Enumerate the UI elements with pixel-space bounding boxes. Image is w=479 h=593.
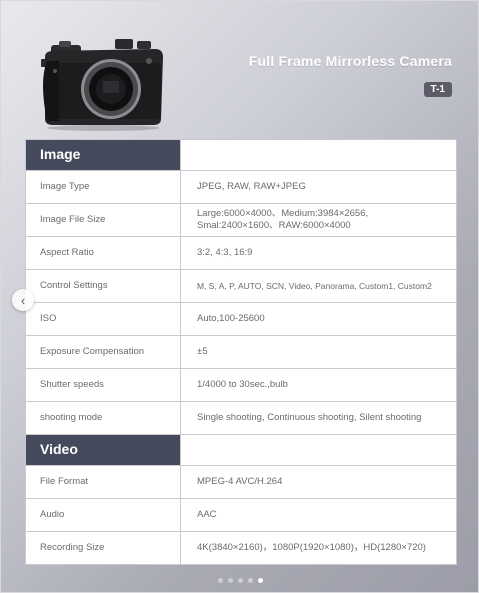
carousel-dot[interactable] xyxy=(228,578,233,583)
spec-label: Aspect Ratio xyxy=(25,236,181,270)
table-row: shooting mode Single shooting, Continuou… xyxy=(25,401,457,435)
table-row: Image File Size Large:6000×4000、Medium:3… xyxy=(25,203,457,237)
spec-table: Image Image Type JPEG, RAW, RAW+JPEG Ima… xyxy=(25,139,457,565)
section-header-spacer xyxy=(180,139,457,171)
spec-value: Auto,100-25600 xyxy=(180,302,457,336)
spec-label: ISO xyxy=(25,302,181,336)
spec-value: Single shooting, Continuous shooting, Si… xyxy=(180,401,457,435)
section-title: Video xyxy=(25,434,181,466)
section-header-image: Image xyxy=(25,139,457,171)
spec-label: Image Type xyxy=(25,170,181,204)
table-row: Aspect Ratio 3:2, 4:3, 16:9 xyxy=(25,236,457,270)
model-badge: T-1 xyxy=(423,82,452,97)
spec-label: Shutter speeds xyxy=(25,368,181,402)
table-row: Recording Size 4K(3840×2160)，1080P(1920×… xyxy=(25,531,457,565)
spec-value-line: Smal:2400×1600、RAW:6000×4000 xyxy=(197,220,351,231)
spec-value: M, S, A, P, AUTO, SCN, Video, Panorama, … xyxy=(180,269,457,303)
product-slide: Full Frame Mirrorless Camera T-1 Image I… xyxy=(0,0,479,593)
table-row: File Format MPEG-4 AVC/H.264 xyxy=(25,465,457,499)
table-row: Shutter speeds 1/4000 to 30sec.,bulb xyxy=(25,368,457,402)
chevron-left-icon: ‹ xyxy=(20,292,26,308)
spec-label: shooting mode xyxy=(25,401,181,435)
spec-value: Large:6000×4000、Medium:3984×2656, Smal:2… xyxy=(180,203,457,237)
spec-value-line: Large:6000×4000、Medium:3984×2656, xyxy=(197,208,369,220)
spec-label: Audio xyxy=(25,498,181,532)
product-title: Full Frame Mirrorless Camera xyxy=(248,53,452,69)
spec-label: Image File Size xyxy=(25,203,181,237)
camera-image xyxy=(41,39,163,131)
table-row: Control Settings M, S, A, P, AUTO, SCN, … xyxy=(25,269,457,303)
spec-value: MPEG-4 AVC/H.264 xyxy=(180,465,457,499)
section-title: Image xyxy=(25,139,181,171)
carousel-dot[interactable] xyxy=(248,578,253,583)
spec-value: 1/4000 to 30sec.,bulb xyxy=(180,368,457,402)
spec-label: File Format xyxy=(25,465,181,499)
section-header-spacer xyxy=(180,434,457,466)
table-row: ISO Auto,100-25600 xyxy=(25,302,457,336)
prev-slide-button[interactable]: ‹ xyxy=(12,289,34,311)
spec-value: ±5 xyxy=(180,335,457,369)
spec-value: JPEG, RAW, RAW+JPEG xyxy=(180,170,457,204)
spec-value: AAC xyxy=(180,498,457,532)
spec-label: Exposure Compensation xyxy=(25,335,181,369)
spec-label: Recording Size xyxy=(25,531,181,565)
carousel-dot-active[interactable] xyxy=(258,578,263,583)
spec-value: 4K(3840×2160)，1080P(1920×1080)，HD(1280×7… xyxy=(180,531,457,565)
table-row: Exposure Compensation ±5 xyxy=(25,335,457,369)
spec-label: Control Settings xyxy=(25,269,181,303)
spec-value: 3:2, 4:3, 16:9 xyxy=(180,236,457,270)
section-header-video: Video xyxy=(25,434,457,466)
table-row: Audio AAC xyxy=(25,498,457,532)
carousel-dot[interactable] xyxy=(238,578,243,583)
table-row: Image Type JPEG, RAW, RAW+JPEG xyxy=(25,170,457,204)
carousel-dot[interactable] xyxy=(218,578,223,583)
carousel-pagination xyxy=(1,578,479,583)
